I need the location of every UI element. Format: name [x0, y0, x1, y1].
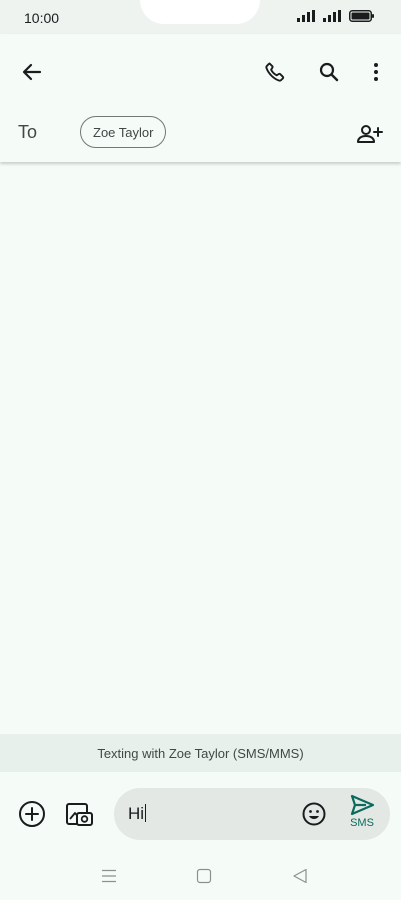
recipient-chip[interactable]: Zoe Taylor: [80, 116, 167, 148]
send-icon: [350, 794, 375, 816]
more-options-button[interactable]: [360, 56, 392, 88]
to-label: To: [18, 122, 38, 142]
phone-icon: [265, 62, 285, 82]
status-bar: 10:00: [0, 0, 401, 34]
call-button[interactable]: [259, 56, 291, 88]
message-input[interactable]: Hi SMS: [114, 788, 390, 840]
home-square-icon[interactable]: [196, 868, 212, 884]
battery-icon: [349, 10, 374, 22]
signal-2-icon: [323, 10, 341, 22]
send-button[interactable]: SMS: [344, 794, 380, 836]
gallery-camera-icon: [66, 803, 93, 826]
status-time: 10:00: [24, 10, 60, 26]
back-arrow-icon: [22, 63, 42, 81]
message-list[interactable]: [0, 163, 401, 734]
emoji-icon: [302, 802, 326, 826]
status-icons: [297, 10, 375, 22]
search-button[interactable]: [313, 56, 345, 88]
text-caret: [145, 804, 147, 822]
attach-button[interactable]: [16, 798, 48, 830]
signal-icon: [297, 10, 315, 22]
more-vert-icon: [374, 63, 378, 81]
add-circle-icon: [19, 801, 45, 827]
add-recipient-button[interactable]: [354, 118, 386, 150]
recipient-chip-label: Zoe Taylor: [93, 124, 154, 140]
emoji-button[interactable]: [298, 798, 330, 830]
conversation-info-bar: Texting with Zoe Taylor (SMS/MMS): [0, 734, 401, 772]
message-input-text[interactable]: Hi: [128, 804, 147, 824]
conversation-info-text: Texting with Zoe Taylor (SMS/MMS): [97, 745, 304, 761]
system-nav-bar: [0, 862, 401, 900]
back-triangle-icon[interactable]: [292, 868, 308, 884]
back-button[interactable]: [16, 56, 48, 88]
top-app-bar: To Zoe Taylor: [0, 34, 401, 162]
gallery-button[interactable]: [63, 798, 95, 830]
add-person-icon: [357, 125, 383, 143]
menu-icon[interactable]: [101, 869, 117, 883]
camera-notch: [140, 0, 260, 24]
search-icon: [319, 62, 339, 82]
send-label: SMS: [350, 817, 374, 829]
